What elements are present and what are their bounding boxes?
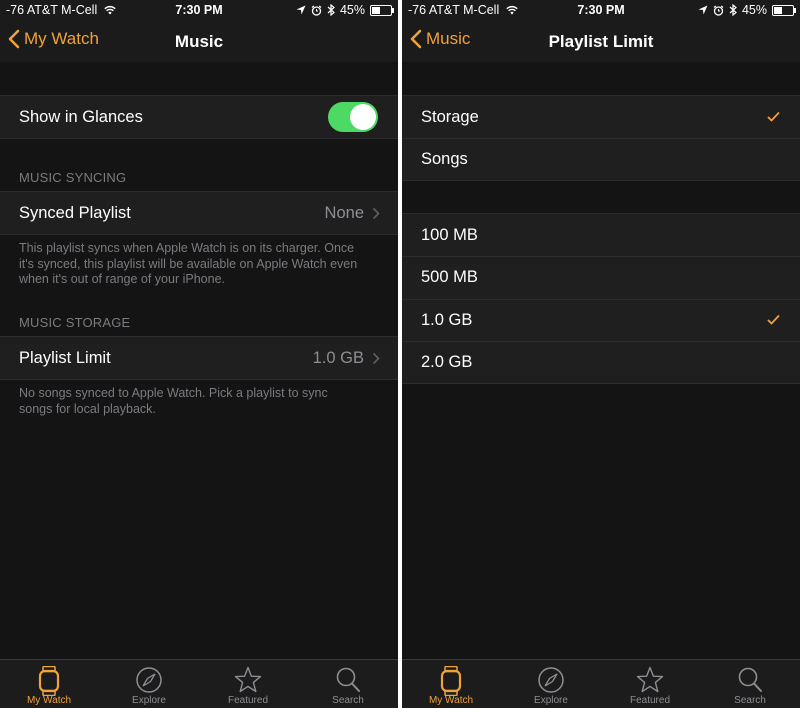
music-syncing-header: MUSIC SYNCING [19,170,127,185]
watch-icon [38,666,60,696]
location-arrow-icon [296,5,306,15]
synced-playlist-label: Synced Playlist [19,204,131,222]
back-button-label: Music [426,29,471,48]
star-icon [234,666,262,693]
limit-type-group: Storage Songs [402,95,800,181]
star-icon [636,666,664,693]
option-1gb[interactable]: 1.0 GB [402,300,800,341]
back-button[interactable]: Music [410,29,470,49]
tab-label: My Watch [26,695,72,706]
tab-bar: My Watch Explore Featured Search [402,659,800,708]
chevron-right-icon [372,352,380,365]
bluetooth-icon [729,4,737,16]
battery-icon [370,4,394,16]
checkmark-icon [767,314,780,325]
battery-icon [772,4,796,16]
chevron-left-icon [410,29,422,49]
music-syncing-footnote: This playlist syncs when Apple Watch is … [19,241,358,286]
tab-bar: My Watch Explore Featured Search [0,659,398,708]
back-button[interactable]: My Watch [8,29,99,49]
size-options-group: 100 MB 500 MB 1.0 GB 2.0 GB [402,213,800,384]
location-arrow-icon [698,5,708,15]
alarm-icon [311,5,322,16]
tab-featured[interactable]: Featured [610,660,690,708]
tab-my-watch[interactable]: My Watch [9,660,89,708]
battery-percent: 45% [741,3,767,17]
magnifier-icon [738,667,762,692]
status-bar: -76 AT&T M-Cell 7:30 PM 45% [0,0,398,20]
playlist-limit-value: 1.0 GB [312,349,364,367]
tab-label: Explore [132,695,166,706]
watch-icon [440,666,462,696]
synced-playlist-value: None [324,204,364,222]
tab-label: Featured [629,695,671,706]
option-label: Songs [421,150,468,168]
compass-icon [136,667,162,693]
navigation-bar: Music Playlist Limit [402,20,800,62]
show-in-glances-label: Show in Glances [19,108,143,126]
playlist-limit-label: Playlist Limit [19,349,111,367]
tab-featured[interactable]: Featured [208,660,288,708]
chevron-left-icon [8,29,20,49]
tab-label: Explore [534,695,568,706]
option-500mb[interactable]: 500 MB [402,257,800,299]
checkmark-icon [767,111,780,122]
synced-playlist-row[interactable]: Synced Playlist None [0,191,398,235]
option-label: Storage [421,108,479,126]
back-button-label: My Watch [24,29,99,48]
battery-percent: 45% [339,3,365,17]
option-label: 2.0 GB [421,353,473,371]
playlist-limit-screen: -76 AT&T M-Cell 7:30 PM 45% Music Playli… [402,0,800,708]
status-bar: -76 AT&T M-Cell 7:30 PM 45% [402,0,800,20]
tab-label: Search [734,695,766,706]
tab-explore[interactable]: Explore [511,660,591,708]
compass-icon [538,667,564,693]
tab-explore[interactable]: Explore [109,660,189,708]
show-in-glances-toggle[interactable] [328,102,378,132]
bluetooth-icon [327,4,335,16]
music-storage-footnote: No songs synced to Apple Watch. Pick a p… [19,386,328,416]
option-songs[interactable]: Songs [402,139,800,180]
tab-my-watch[interactable]: My Watch [411,660,491,708]
alarm-icon [713,5,724,16]
tab-search[interactable]: Search [710,660,790,708]
tab-label: My Watch [428,695,474,706]
tab-label: Featured [227,695,269,706]
option-label: 100 MB [421,226,478,244]
music-storage-header: MUSIC STORAGE [19,315,131,330]
magnifier-icon [336,667,360,692]
option-label: 1.0 GB [421,311,473,329]
navigation-bar: My Watch Music [0,20,398,62]
tab-label: Search [332,695,364,706]
show-in-glances-row: Show in Glances [0,95,398,139]
playlist-limit-row[interactable]: Playlist Limit 1.0 GB [0,336,398,380]
chevron-right-icon [372,207,380,220]
option-100mb[interactable]: 100 MB [402,214,800,256]
tab-search[interactable]: Search [308,660,388,708]
option-storage[interactable]: Storage [402,96,800,138]
music-settings-screen: -76 AT&T M-Cell 7:30 PM 45% My Watch Mus… [0,0,398,708]
option-label: 500 MB [421,268,478,286]
option-2gb[interactable]: 2.0 GB [402,342,800,383]
